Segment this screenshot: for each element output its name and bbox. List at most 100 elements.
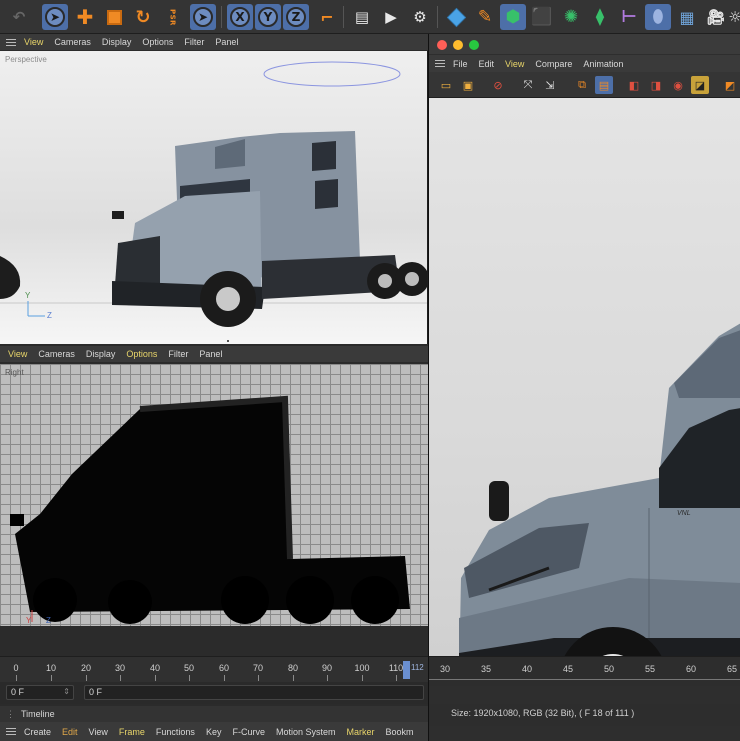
sky-icon: ⬮ xyxy=(652,7,664,27)
gear-icon: ⚙ xyxy=(413,8,427,26)
menu-compare[interactable]: Compare xyxy=(535,59,572,69)
subdivision-button[interactable]: ⬢ xyxy=(500,4,526,30)
rotate-tool-button[interactable]: ↻ xyxy=(130,4,156,30)
cloner-icon: ✺ xyxy=(563,7,579,27)
ruler-tick-label: 80 xyxy=(287,663,299,673)
stepper-icon[interactable]: ⇕ xyxy=(63,687,70,696)
menu-options[interactable]: Options xyxy=(142,37,173,47)
viewport-bottom-menubar: View Cameras Display Options Filter Pane… xyxy=(0,346,428,362)
render-viewer-button[interactable]: ▶ xyxy=(378,4,404,30)
current-frame-field[interactable]: 0 F xyxy=(84,685,424,700)
cube-button[interactable] xyxy=(443,4,469,30)
menu-animation[interactable]: Animation xyxy=(583,59,623,69)
open-icon[interactable]: ▭ xyxy=(437,76,455,94)
menu-edit[interactable]: Edit xyxy=(479,59,495,69)
menu-frame[interactable]: Frame xyxy=(119,727,145,737)
menu-display[interactable]: Display xyxy=(86,349,116,359)
live-selection-button[interactable]: ➤ xyxy=(190,4,216,30)
filter-icon[interactable]: ◉ xyxy=(669,76,687,94)
toolbar-divider xyxy=(343,6,344,28)
right-viewport[interactable]: Right Y Z xyxy=(0,364,428,626)
axis-y-button[interactable]: Y xyxy=(255,4,281,30)
floor-button[interactable]: ▦ xyxy=(674,4,700,30)
psr-button[interactable]: P S R xyxy=(158,4,186,30)
menu-panel[interactable]: Panel xyxy=(199,349,222,359)
pen-tool-button[interactable]: ✎ xyxy=(472,4,498,30)
picture-viewer-window: File Edit View Compare Animation ▭ ▣ ⊘ ⤧… xyxy=(428,34,740,741)
menu-display[interactable]: Display xyxy=(102,37,132,47)
bend-button[interactable]: ⊢ xyxy=(616,4,642,30)
timeline-ruler[interactable]: 0 10 20 30 40 50 60 70 80 90 100 110 112 xyxy=(0,656,428,682)
extrude-button[interactable]: ⬛ xyxy=(529,4,555,30)
compare-a-icon[interactable]: ◧ xyxy=(625,76,643,94)
channel-icon[interactable]: ◩ xyxy=(721,76,739,94)
menu-edit[interactable]: Edit xyxy=(62,727,78,737)
scale-icon[interactable]: ⤧ xyxy=(519,76,537,94)
rendered-image[interactable]: VNL xyxy=(429,98,740,682)
menu-motion-system[interactable]: Motion System xyxy=(276,727,336,737)
ruler-tick-label: 100 xyxy=(354,663,370,673)
camera-button[interactable]: 🎥︎ xyxy=(703,4,729,30)
coordinate-system-button[interactable]: ⌐ xyxy=(314,4,340,30)
ruler-tick xyxy=(258,675,259,681)
menu-bookmarks[interactable]: Bookm xyxy=(386,727,414,737)
select-tool-button[interactable]: ➤ xyxy=(42,4,68,30)
environment-button[interactable]: ⬮ xyxy=(645,4,671,30)
history-icon[interactable]: ⧉ xyxy=(573,76,591,94)
stereo-icon[interactable]: ◪ xyxy=(691,76,709,94)
compare-b-icon[interactable]: ◨ xyxy=(647,76,665,94)
rotate-icon: ↻ xyxy=(135,6,151,28)
picture-viewer-ruler[interactable]: 30 35 40 45 50 55 60 65 xyxy=(429,656,740,686)
toolbar-divider xyxy=(437,6,438,28)
menu-options[interactable]: Options xyxy=(126,349,157,359)
fit-icon[interactable]: ⇲ xyxy=(541,76,559,94)
undo-icon[interactable]: ↶ xyxy=(6,4,32,30)
ruler-tick-label: 60 xyxy=(685,664,697,674)
picture-viewer-statusbar: Size: 1920x1080, RGB (32 Bit), ( F 18 of… xyxy=(429,704,740,726)
menu-filter[interactable]: Filter xyxy=(168,349,188,359)
move-tool-button[interactable]: ✚ xyxy=(72,4,98,30)
menu-cameras[interactable]: Cameras xyxy=(38,349,75,359)
scale-tool-button[interactable] xyxy=(101,4,127,30)
render-settings-button[interactable]: ⚙ xyxy=(407,4,433,30)
ruler-tick-label: 30 xyxy=(114,663,126,673)
cloner-button[interactable]: ✺ xyxy=(558,4,584,30)
start-frame-field[interactable]: 0 F ⇕ xyxy=(6,685,74,700)
minimize-icon[interactable] xyxy=(453,40,463,50)
menu-filter[interactable]: Filter xyxy=(184,37,204,47)
grip-icon[interactable]: ⋮ xyxy=(6,709,15,720)
ruler-tick-label: 20 xyxy=(80,663,92,673)
layers-icon[interactable]: ▤ xyxy=(595,76,613,94)
save-icon[interactable]: ▣ xyxy=(459,76,477,94)
menu-view[interactable]: View xyxy=(8,349,27,359)
render-region-button[interactable]: ▤ xyxy=(349,4,375,30)
menu-panel[interactable]: Panel xyxy=(215,37,238,47)
menu-file[interactable]: File xyxy=(453,59,468,69)
menu-view[interactable]: View xyxy=(89,727,108,737)
hamburger-icon[interactable] xyxy=(6,728,16,735)
menu-view[interactable]: View xyxy=(24,37,43,47)
hamburger-icon[interactable] xyxy=(6,38,16,46)
menu-create[interactable]: Create xyxy=(24,727,51,737)
menu-view[interactable]: View xyxy=(505,59,524,69)
axis-z-button[interactable]: Z xyxy=(283,4,309,30)
deformer-button[interactable]: ⧫ xyxy=(587,4,613,30)
menu-marker[interactable]: Marker xyxy=(347,727,375,737)
zoom-icon[interactable] xyxy=(469,40,479,50)
menu-f-curve[interactable]: F-Curve xyxy=(232,727,265,737)
hamburger-icon[interactable] xyxy=(435,60,445,67)
stop-render-icon[interactable]: ⊘ xyxy=(489,76,507,94)
menu-cameras[interactable]: Cameras xyxy=(54,37,91,47)
ruler-tick xyxy=(327,675,328,681)
ruler-tick-label: 10 xyxy=(45,663,57,673)
viewport-top-menubar: View Cameras Display Options Filter Pane… xyxy=(0,34,428,50)
light-button[interactable]: ☼ xyxy=(728,4,740,30)
ruler-tick xyxy=(120,675,121,681)
close-icon[interactable] xyxy=(437,40,447,50)
menu-key[interactable]: Key xyxy=(206,727,222,737)
bend-icon: ⊢ xyxy=(621,7,637,27)
playhead-marker[interactable] xyxy=(403,661,410,679)
perspective-viewport[interactable]: Perspective Y Z xyxy=(0,51,428,344)
menu-functions[interactable]: Functions xyxy=(156,727,195,737)
axis-x-button[interactable]: X xyxy=(227,4,253,30)
